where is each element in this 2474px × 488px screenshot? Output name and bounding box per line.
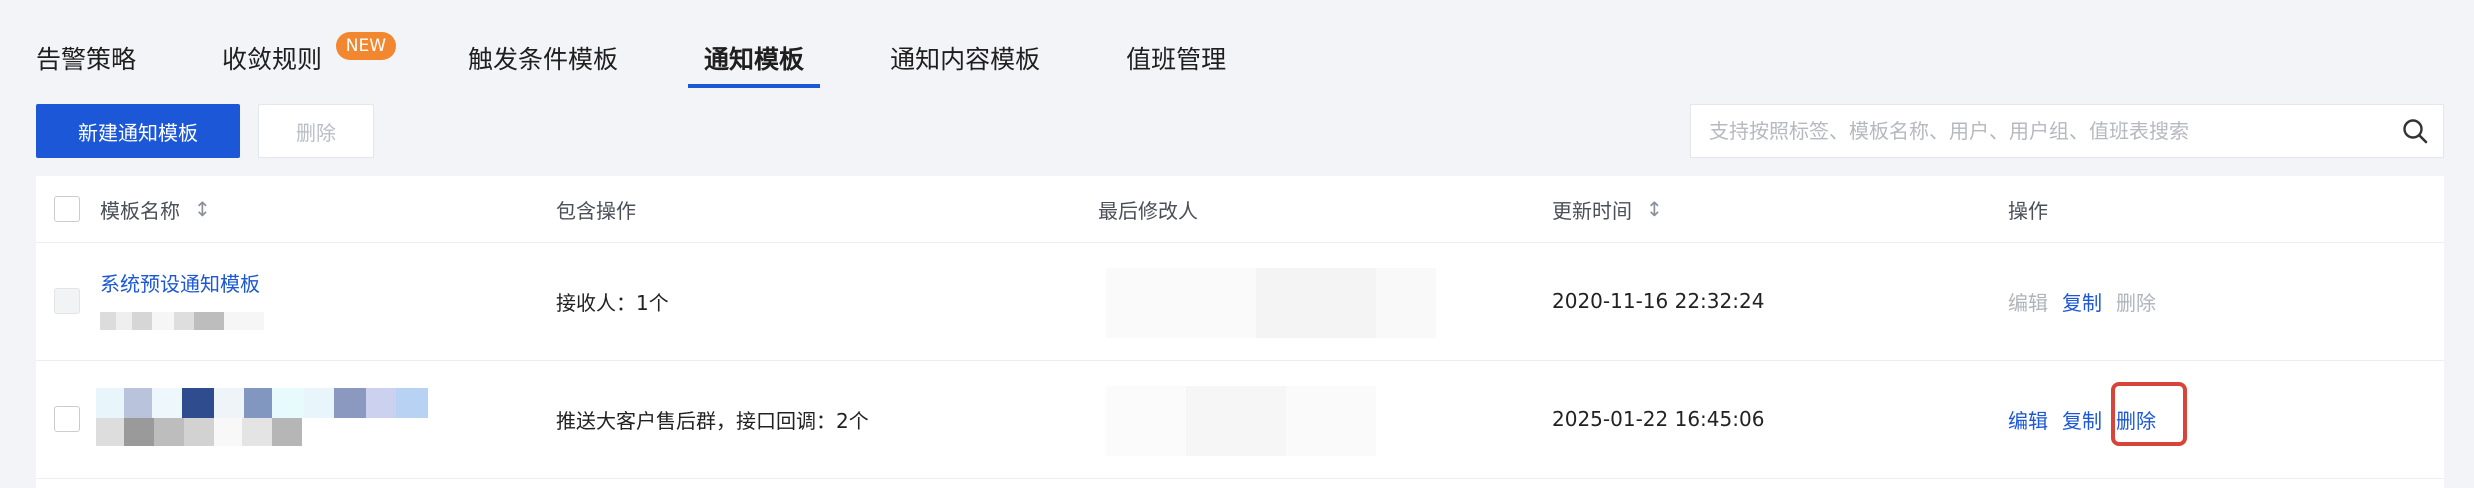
delete-link[interactable]: 删除 — [2116, 287, 2156, 316]
search-icon[interactable] — [2387, 104, 2443, 158]
column-label: 最后修改人 — [1098, 198, 1198, 223]
tab-label: 通知内容模板 — [890, 45, 1041, 74]
tab-label: 收敛规则 — [222, 45, 323, 74]
sort-icon[interactable]: ↕ — [194, 197, 211, 221]
tab-label: 值班管理 — [1126, 45, 1227, 74]
search-input[interactable] — [1691, 104, 2387, 158]
tab-alarm-policy[interactable]: 告警策略 — [20, 30, 152, 86]
bulk-delete-button[interactable]: 删除 — [258, 104, 374, 158]
update-time: 2025-01-22 16:45:06 — [1552, 407, 1765, 431]
row-checkbox[interactable] — [54, 288, 80, 314]
included-operations: 接收人：1个 — [556, 290, 669, 315]
blurred-modifier — [1106, 268, 1436, 338]
row-actions: 编辑 复制 删除 — [2008, 242, 2170, 360]
blurred-modifier — [1106, 386, 1376, 456]
table-header: 模板名称 ↕ 包含操作 最后修改人 更新时间 ↕ 操作 — [36, 176, 2444, 243]
column-operations: 包含操作 — [556, 176, 636, 242]
select-all-checkbox[interactable] — [54, 196, 80, 222]
delete-highlight-box — [2111, 382, 2187, 446]
top-tabs: 告警策略 收敛规则 NEW 触发条件模板 通知模板 通知内容模板 值班管理 — [36, 30, 2438, 88]
row-checkbox[interactable] — [54, 406, 80, 432]
new-badge: NEW — [335, 32, 397, 60]
notification-template-page: 告警策略 收敛规则 NEW 触发条件模板 通知模板 通知内容模板 值班管理 新建… — [0, 0, 2474, 488]
included-operations: 推送大客户售后群，接口回调：2个 — [556, 408, 869, 433]
templates-table: 模板名称 ↕ 包含操作 最后修改人 更新时间 ↕ 操作 系统预设通知模板 接收人… — [36, 176, 2444, 488]
column-label: 操作 — [2008, 198, 2048, 223]
copy-link[interactable]: 复制 — [2062, 405, 2102, 434]
tab-notification-templates[interactable]: 通知模板 — [688, 30, 821, 88]
blurred-template-name — [96, 388, 428, 418]
tab-label: 通知模板 — [704, 45, 805, 74]
tab-trigger-condition-templates[interactable]: 触发条件模板 — [452, 30, 634, 86]
column-last-modifier: 最后修改人 — [1098, 176, 1198, 242]
edit-link[interactable]: 编辑 — [2008, 287, 2048, 316]
search-box — [1690, 104, 2444, 158]
sort-icon[interactable]: ↕ — [1646, 197, 1663, 221]
table-row: 系统预设通知模板 接收人：1个 2020-11-16 22:32:24 编辑 复… — [36, 242, 2444, 361]
column-template-name[interactable]: 模板名称 ↕ — [100, 176, 211, 242]
create-template-button[interactable]: 新建通知模板 — [36, 104, 240, 158]
column-actions: 操作 — [2008, 176, 2048, 242]
column-label: 包含操作 — [556, 198, 636, 223]
tab-convergence-rules[interactable]: 收敛规则 NEW — [206, 30, 397, 86]
column-label: 更新时间 — [1552, 198, 1632, 223]
tab-duty-management[interactable]: 值班管理 — [1110, 30, 1242, 86]
tab-label: 触发条件模板 — [468, 45, 619, 74]
edit-link[interactable]: 编辑 — [2008, 405, 2048, 434]
column-update-time[interactable]: 更新时间 ↕ — [1552, 176, 1663, 242]
column-label: 模板名称 — [100, 198, 180, 223]
blurred-text — [100, 312, 264, 330]
update-time: 2020-11-16 22:32:24 — [1552, 289, 1765, 313]
tab-notification-content-templates[interactable]: 通知内容模板 — [874, 30, 1056, 86]
template-name-link[interactable]: 系统预设通知模板 — [100, 268, 260, 296]
blurred-text — [96, 418, 302, 446]
tab-label: 告警策略 — [36, 45, 137, 74]
table-row: 推送大客户售后群，接口回调：2个 2025-01-22 16:45:06 编辑 … — [36, 360, 2444, 479]
copy-link[interactable]: 复制 — [2062, 287, 2102, 316]
